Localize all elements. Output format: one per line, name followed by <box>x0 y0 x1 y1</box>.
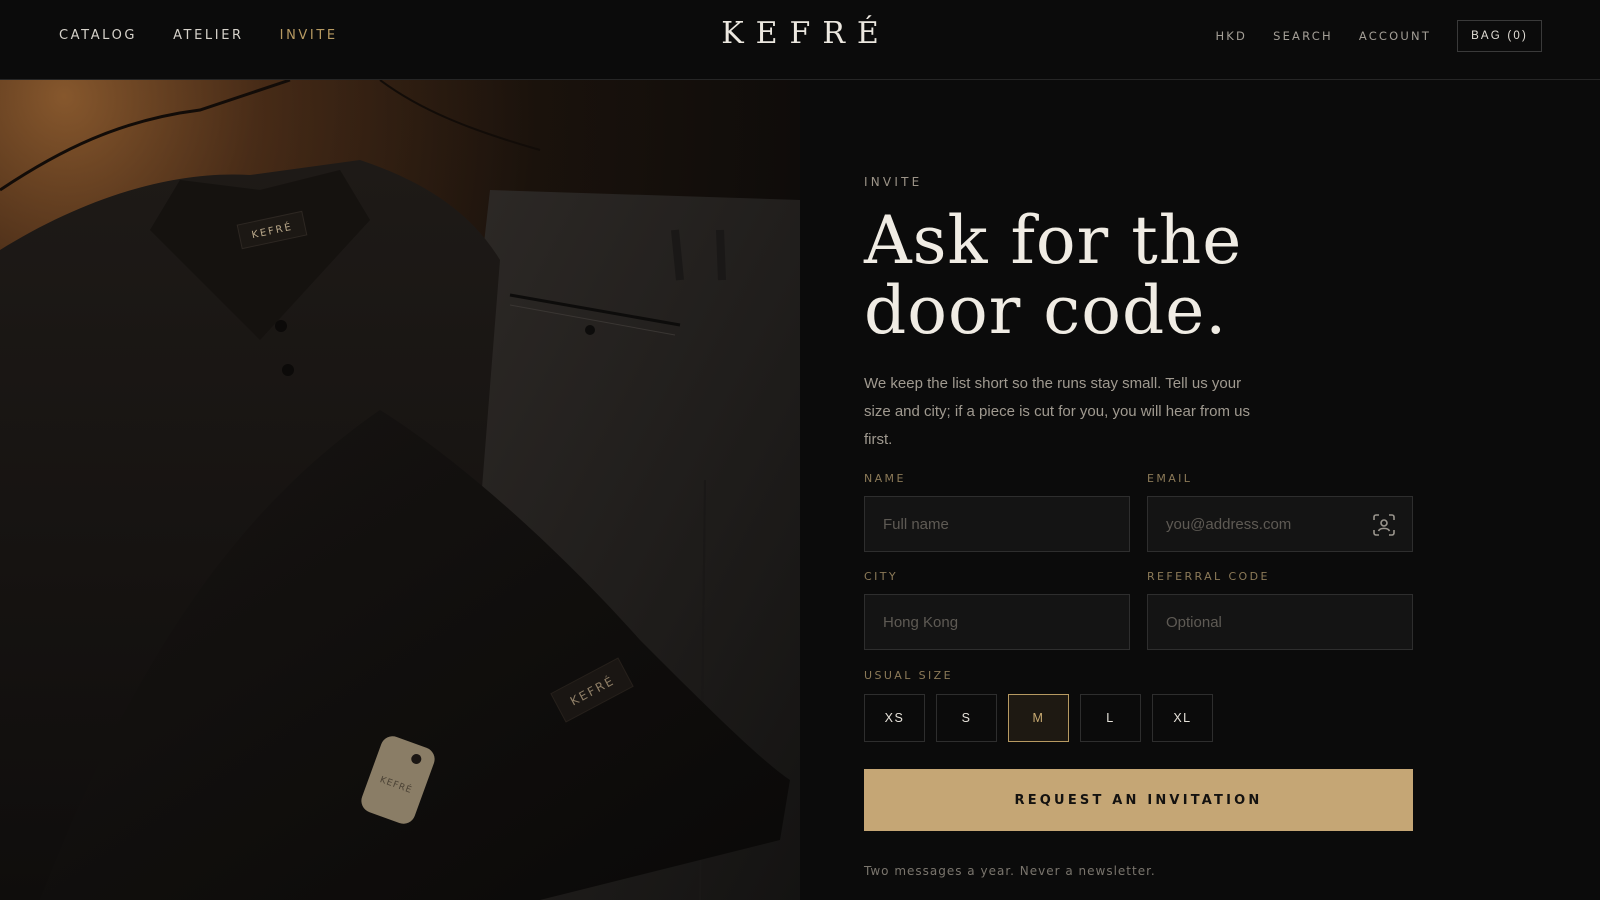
intro-text: We keep the list short so the runs stay … <box>864 375 1250 448</box>
contact-autofill-icon[interactable] <box>1373 514 1395 536</box>
site-header: CATALOG ATELIER INVITE KEFRÉ HKD SEARCH … <box>0 0 1600 80</box>
page-title: Ask for the door code. <box>864 206 1424 346</box>
section-eyebrow: INVITE <box>864 175 923 189</box>
name-input[interactable] <box>865 497 1129 551</box>
name-label: NAME <box>864 472 906 485</box>
sweater-button <box>282 364 294 376</box>
page-title-line-2: door code. <box>864 272 1228 349</box>
size-option-xl[interactable]: XL <box>1152 694 1213 742</box>
referral-input[interactable] <box>1148 595 1412 649</box>
city-field-wrapper <box>864 594 1130 650</box>
referral-field-wrapper <box>1147 594 1413 650</box>
size-option-l[interactable]: L <box>1080 694 1141 742</box>
email-field-wrapper <box>1147 496 1413 552</box>
size-option-s[interactable]: S <box>936 694 997 742</box>
sweater-button <box>275 320 287 332</box>
bag-button[interactable]: BAG (0) <box>1457 20 1542 52</box>
garments-illustration: KEFRÉ KEFRÉ KEFRÉ <box>0 80 800 900</box>
request-invitation-button[interactable]: REQUEST AN INVITATION <box>864 769 1413 831</box>
size-option-m[interactable]: M <box>1008 694 1069 742</box>
name-field-wrapper <box>864 496 1130 552</box>
search-link[interactable]: SEARCH <box>1273 29 1333 43</box>
utility-nav: HKD SEARCH ACCOUNT BAG (0) <box>1189 20 1542 52</box>
account-link[interactable]: ACCOUNT <box>1359 29 1431 43</box>
currency-selector[interactable]: HKD <box>1215 29 1247 43</box>
city-label: CITY <box>864 570 898 583</box>
size-selector: XS S M L XL <box>864 694 1213 742</box>
fineprint: Two messages a year. Never a newsletter. <box>864 864 1156 878</box>
city-input[interactable] <box>865 595 1129 649</box>
size-label: USUAL SIZE <box>864 669 953 682</box>
referral-label: REFERRAL CODE <box>1147 570 1270 583</box>
size-option-xs[interactable]: XS <box>864 694 925 742</box>
email-label: EMAIL <box>1147 472 1193 485</box>
trouser-button <box>585 325 595 335</box>
hero-image: KEFRÉ KEFRÉ KEFRÉ <box>0 80 800 900</box>
page-title-line-1: Ask for the <box>864 202 1243 279</box>
